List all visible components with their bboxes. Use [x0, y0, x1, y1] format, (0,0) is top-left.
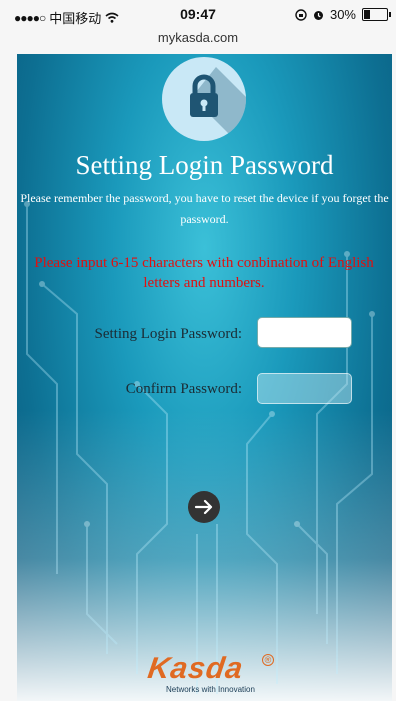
- web-content: Setting Login Password Please remember t…: [17, 54, 392, 701]
- battery-percent: 30%: [329, 7, 356, 22]
- battery-icon: [362, 8, 391, 21]
- confirm-password-label: Confirm Password:: [125, 381, 242, 397]
- kasda-logo: Kasda ® Networks with Innovation: [145, 652, 278, 698]
- rotation-lock-icon: [295, 8, 307, 21]
- arrow-right-icon: [194, 499, 213, 515]
- status-bar: ●●●●○ 中国移动 09:47 30%: [0, 0, 396, 30]
- battery-fill: [364, 10, 370, 19]
- logo-tagline: Networks with Innovation: [166, 685, 255, 694]
- login-password-label: Setting Login Password:: [94, 326, 242, 342]
- confirm-password-input[interactable]: [257, 373, 352, 404]
- url-bar[interactable]: mykasda.com: [0, 30, 396, 45]
- page-title: Setting Login Password: [75, 150, 334, 180]
- registered-mark: ®: [262, 654, 274, 666]
- lock-icon: [190, 67, 246, 141]
- phone-screen: ●●●●○ 中国移动 09:47 30% mykasda.com Setting…: [0, 0, 396, 701]
- password-rule-warning: Please input 6-15 characters with conbin…: [34, 255, 374, 291]
- logo-brand: Kasda: [145, 652, 246, 685]
- next-button[interactable]: [188, 491, 220, 523]
- alarm-icon: [313, 10, 323, 20]
- password-notice: Please remember the password, you have t…: [20, 191, 389, 226]
- lock-badge: [162, 57, 246, 141]
- status-right: 30%: [295, 7, 391, 22]
- login-password-input[interactable]: [257, 317, 352, 348]
